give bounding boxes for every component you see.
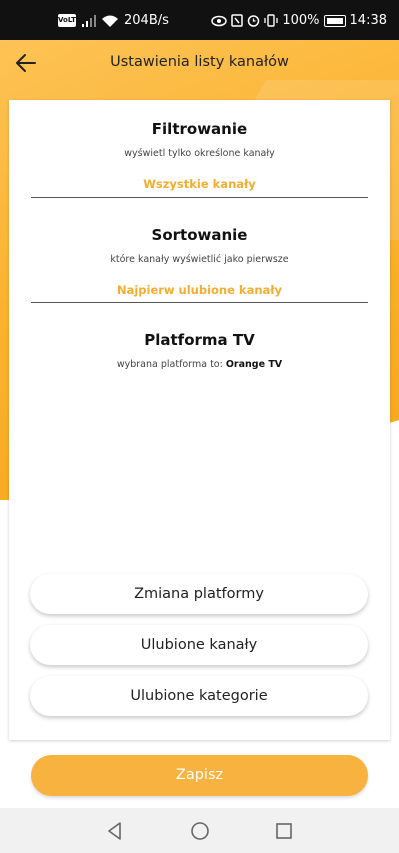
platform-title: Platforma TV	[144, 331, 255, 349]
sorting-title: Sortowanie	[151, 226, 248, 244]
eye-icon	[211, 15, 228, 26]
page-title: Ustawienia listy kanałów	[110, 54, 289, 70]
system-nav-bar	[0, 808, 399, 853]
battery-percent: 100%	[282, 13, 320, 28]
sorting-subtitle: które kanały wyświetlić jako pierwsze	[110, 254, 289, 265]
filter-section: Filtrowanie wyświetl tylko określone kan…	[9, 120, 390, 191]
settings-card: Filtrowanie wyświetl tylko określone kan…	[9, 100, 390, 740]
filter-underline	[31, 197, 368, 198]
save-button[interactable]: Zapisz	[31, 755, 368, 796]
status-left: VoLTE 204B/s	[58, 13, 169, 28]
triangle-back-icon	[108, 822, 121, 840]
top-bar: Ustawienia listy kanałów	[0, 40, 399, 86]
platform-subtitle-prefix: wybrana platforma to:	[116, 359, 226, 370]
circle-home-icon	[191, 822, 209, 840]
filter-title: Filtrowanie	[151, 120, 248, 138]
sorting-value[interactable]: Najpierw ulubione kanały	[9, 283, 390, 297]
volte-icon: VoLTE	[58, 14, 81, 27]
status-bar: VoLTE 204B/s 100% 14:38	[0, 0, 399, 40]
filter-subtitle: wyświetl tylko określone kanały	[124, 148, 275, 159]
nav-back-button[interactable]	[104, 820, 126, 842]
battery-icon	[323, 14, 346, 27]
nav-home-button[interactable]	[189, 820, 211, 842]
filter-value[interactable]: Wszystkie kanały	[9, 177, 390, 191]
clock: 14:38	[349, 13, 387, 28]
sorting-section: Sortowanie które kanały wyświetlić jako …	[9, 226, 390, 297]
status-right: 100% 14:38	[211, 13, 387, 28]
change-platform-button[interactable]: Zmiana platformy	[30, 574, 368, 614]
sorting-underline	[31, 302, 368, 303]
vibrate-icon	[264, 14, 279, 27]
platform-name: Orange TV	[225, 359, 283, 370]
platform-subtitle: wybrana platforma to: Orange TV	[9, 359, 390, 370]
signal-icon	[82, 14, 96, 27]
network-speed: 204B/s	[124, 13, 169, 28]
wifi-icon	[102, 15, 118, 27]
alarm-icon	[248, 15, 260, 27]
nfc-icon	[231, 14, 244, 27]
platform-section: Platforma TV wybrana platforma to: Orang…	[9, 331, 390, 370]
square-recents-icon	[276, 823, 292, 839]
favorite-channels-button[interactable]: Ulubione kanały	[30, 625, 368, 665]
nav-recents-button[interactable]	[273, 820, 295, 842]
favorite-categories-button[interactable]: Ulubione kategorie	[30, 676, 368, 716]
